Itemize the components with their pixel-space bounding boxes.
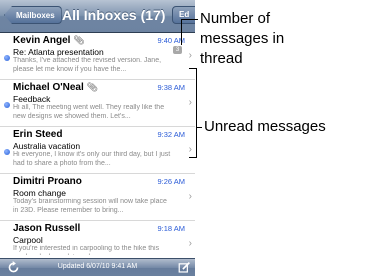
- unread-dot-icon: [4, 149, 10, 155]
- mailboxes-back-button[interactable]: Mailboxes: [4, 6, 62, 24]
- compose-icon[interactable]: [178, 261, 191, 274]
- unread-dot-icon: [4, 102, 10, 108]
- message-sender: Michael O'Neal 📎︎: [13, 82, 99, 93]
- message-row[interactable]: Michael O'Neal 📎︎ 9:38 AM Feedback Hi all…: [0, 80, 195, 127]
- chevron-right-icon: ›: [188, 238, 192, 249]
- message-sender: Kevin Angel 📎︎: [13, 35, 85, 46]
- message-sender: Jason Russell: [13, 223, 81, 234]
- message-sender: Erin Steed: [13, 129, 63, 140]
- bottom-toolbar: Updated 6/07/10 9:41 AM: [0, 258, 195, 276]
- message-preview: Thanks, I've attached the revised versio…: [13, 57, 162, 73]
- edit-button[interactable]: Ed: [172, 6, 195, 24]
- thread-count-leader-line-h: [181, 19, 198, 20]
- chevron-right-icon: ›: [188, 144, 192, 155]
- message-subject: Room change: [13, 188, 66, 198]
- message-time: 9:26 AM: [157, 177, 185, 186]
- chevron-right-icon: ›: [188, 50, 192, 61]
- unread-bracket-vertical: [196, 68, 197, 158]
- thread-count-annotation: Number of messages in thread: [200, 10, 285, 67]
- message-row[interactable]: Erin Steed 9:32 AM Australia vacation Hi…: [0, 127, 195, 174]
- chevron-right-icon: ›: [188, 97, 192, 108]
- unread-annotation: Unread messages: [204, 118, 326, 135]
- page-title: All Inboxes (17): [62, 7, 166, 23]
- message-subject: Re: Atlanta presentation: [13, 47, 104, 57]
- message-row[interactable]: Jason Russell 9:18 AM Carpool If you're …: [0, 221, 195, 258]
- message-preview: Today's brainstorming session will now t…: [13, 198, 167, 214]
- message-time: 9:38 AM: [157, 83, 185, 92]
- navigation-bar: Mailboxes All Inboxes (17) Ed: [0, 0, 195, 33]
- message-subject: Australia vacation: [13, 141, 81, 151]
- thread-count-badge: 3: [173, 46, 182, 54]
- message-preview: Hi everyone, I know it's only our third …: [13, 151, 171, 167]
- paperclip-icon: 📎︎: [86, 82, 99, 92]
- message-preview: If you're interested in carpooling to th…: [13, 245, 160, 255]
- message-row[interactable]: Kevin Angel 📎︎ 9:40 AM Re: Atlanta presen…: [0, 33, 195, 80]
- message-row[interactable]: Dimitri Proano 9:26 AM Room change Today…: [0, 174, 195, 221]
- message-preview: Hi all, The meeting went well. They real…: [13, 104, 165, 120]
- unread-dot-icon: [4, 55, 10, 61]
- unread-bracket-top: [189, 68, 196, 69]
- unread-leader-line: [196, 127, 202, 128]
- mail-app-screen: Mailboxes All Inboxes (17) Ed Kevin Ange…: [0, 0, 195, 276]
- message-subject: Feedback: [13, 94, 51, 104]
- message-time: 9:32 AM: [157, 130, 185, 139]
- thread-count-leader-line-v: [181, 19, 182, 45]
- message-sender: Dimitri Proano: [13, 176, 82, 187]
- message-time: 9:18 AM: [157, 224, 185, 233]
- chevron-right-icon: ›: [188, 191, 192, 202]
- update-status: Updated 6/07/10 9:41 AM: [57, 263, 138, 270]
- paperclip-icon: 📎︎: [73, 35, 85, 45]
- unread-bracket-bottom: [189, 157, 196, 158]
- message-subject: Carpool: [13, 235, 43, 245]
- refresh-icon[interactable]: [7, 261, 20, 274]
